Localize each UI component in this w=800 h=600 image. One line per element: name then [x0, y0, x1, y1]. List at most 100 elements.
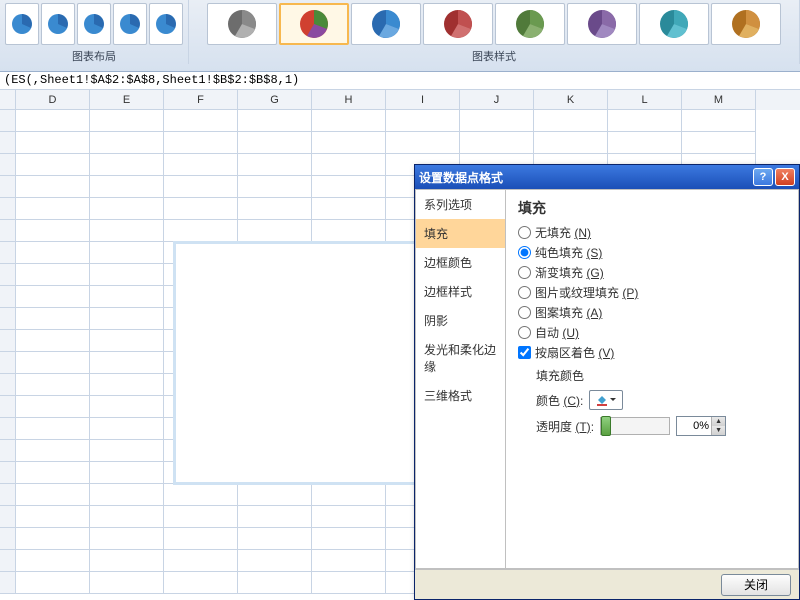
cell[interactable]: [238, 220, 312, 242]
check-vary-color-input[interactable]: [518, 346, 531, 359]
cell[interactable]: [16, 550, 90, 572]
cell[interactable]: [90, 396, 164, 418]
chart-layout-option[interactable]: [41, 3, 75, 45]
cell[interactable]: [16, 242, 90, 264]
cell[interactable]: [0, 308, 16, 330]
transparency-input[interactable]: [677, 420, 711, 432]
radio-auto-fill-input[interactable]: [518, 326, 531, 339]
dialog-titlebar[interactable]: 设置数据点格式 ? X: [415, 165, 799, 189]
cell[interactable]: [238, 110, 312, 132]
cell[interactable]: [164, 154, 238, 176]
radio-solid-fill[interactable]: 纯色填充 (S): [518, 244, 786, 261]
chart-style-option[interactable]: [639, 3, 709, 45]
cell[interactable]: [90, 528, 164, 550]
close-button[interactable]: 关闭: [721, 574, 791, 596]
cell[interactable]: [164, 484, 238, 506]
cell[interactable]: [682, 110, 756, 132]
chart-style-option[interactable]: [711, 3, 781, 45]
cell[interactable]: [164, 110, 238, 132]
cell[interactable]: [90, 550, 164, 572]
cell[interactable]: [238, 572, 312, 594]
cell[interactable]: [16, 220, 90, 242]
column-header[interactable]: J: [460, 90, 534, 110]
cell[interactable]: [16, 286, 90, 308]
cell[interactable]: [90, 286, 164, 308]
radio-pattern-fill[interactable]: 图案填充 (A): [518, 304, 786, 321]
cell[interactable]: [0, 220, 16, 242]
cell[interactable]: [16, 132, 90, 154]
cell[interactable]: [0, 506, 16, 528]
transparency-slider[interactable]: [600, 417, 670, 435]
cell[interactable]: [238, 550, 312, 572]
cell[interactable]: [312, 572, 386, 594]
cell[interactable]: [16, 308, 90, 330]
cell[interactable]: [90, 154, 164, 176]
spin-up-icon[interactable]: ▲: [711, 417, 725, 426]
cell[interactable]: [16, 330, 90, 352]
column-header[interactable]: [0, 90, 16, 110]
column-header[interactable]: G: [238, 90, 312, 110]
cell[interactable]: [90, 264, 164, 286]
cell[interactable]: [16, 418, 90, 440]
chart-style-option[interactable]: [351, 3, 421, 45]
cell[interactable]: [16, 264, 90, 286]
cell[interactable]: [0, 528, 16, 550]
column-header[interactable]: H: [312, 90, 386, 110]
cell[interactable]: [90, 440, 164, 462]
radio-picture-fill-input[interactable]: [518, 286, 531, 299]
cell[interactable]: [0, 154, 16, 176]
column-header[interactable]: K: [534, 90, 608, 110]
chart-style-option[interactable]: [495, 3, 565, 45]
chart-layout-option[interactable]: [149, 3, 183, 45]
cell[interactable]: [164, 506, 238, 528]
chart-style-option[interactable]: [279, 3, 349, 45]
cell[interactable]: [90, 374, 164, 396]
cell[interactable]: [0, 132, 16, 154]
radio-auto-fill[interactable]: 自动 (U): [518, 324, 786, 341]
cell[interactable]: [682, 132, 756, 154]
column-header[interactable]: F: [164, 90, 238, 110]
cell[interactable]: [164, 528, 238, 550]
cell[interactable]: [90, 176, 164, 198]
cell[interactable]: [386, 110, 460, 132]
cell[interactable]: [0, 550, 16, 572]
radio-solid-fill-input[interactable]: [518, 246, 531, 259]
cell[interactable]: [312, 110, 386, 132]
cell[interactable]: [534, 110, 608, 132]
cell[interactable]: [16, 198, 90, 220]
cell[interactable]: [608, 132, 682, 154]
cell[interactable]: [90, 418, 164, 440]
cell[interactable]: [0, 198, 16, 220]
cell[interactable]: [312, 176, 386, 198]
cell[interactable]: [16, 396, 90, 418]
cell[interactable]: [90, 572, 164, 594]
dialog-nav-item[interactable]: 系列选项: [416, 190, 505, 219]
cell[interactable]: [90, 330, 164, 352]
cell[interactable]: [90, 132, 164, 154]
chart-style-option[interactable]: [423, 3, 493, 45]
chart-style-option[interactable]: [567, 3, 637, 45]
chart-layout-option[interactable]: [5, 3, 39, 45]
radio-gradient-fill-input[interactable]: [518, 266, 531, 279]
cell[interactable]: [0, 462, 16, 484]
cell[interactable]: [238, 198, 312, 220]
chart-layout-option[interactable]: [77, 3, 111, 45]
cell[interactable]: [238, 176, 312, 198]
cell[interactable]: [0, 572, 16, 594]
dialog-nav-item[interactable]: 发光和柔化边缘: [416, 335, 505, 381]
dialog-nav-item[interactable]: 填充: [416, 219, 505, 248]
cell[interactable]: [534, 132, 608, 154]
cell[interactable]: [90, 198, 164, 220]
cell[interactable]: [0, 264, 16, 286]
column-header[interactable]: I: [386, 90, 460, 110]
help-button[interactable]: ?: [753, 168, 773, 186]
cell[interactable]: [312, 484, 386, 506]
chart-layout-option[interactable]: [113, 3, 147, 45]
cell[interactable]: [238, 528, 312, 550]
cell[interactable]: [608, 110, 682, 132]
column-header[interactable]: D: [16, 90, 90, 110]
column-header[interactable]: M: [682, 90, 756, 110]
cell[interactable]: [16, 462, 90, 484]
cell[interactable]: [0, 352, 16, 374]
column-header[interactable]: E: [90, 90, 164, 110]
